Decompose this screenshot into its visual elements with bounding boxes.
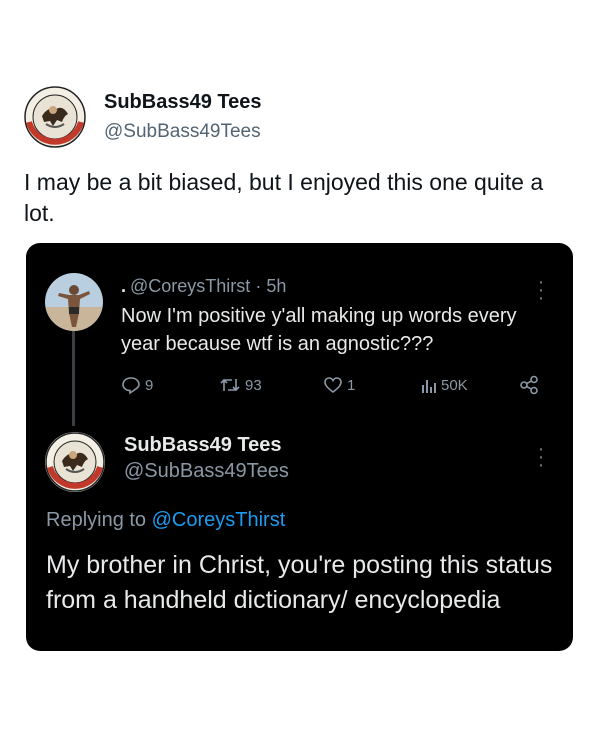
views-icon [421, 375, 437, 395]
meta-separator: · [255, 276, 262, 296]
original-handle[interactable]: @CoreysThirst [130, 276, 250, 296]
lead-dot: . [121, 276, 127, 296]
outer-handle[interactable]: @SubBass49Tees [104, 121, 261, 143]
reply-action[interactable]: 9 [121, 374, 153, 396]
avatar-subbass-icon[interactable] [24, 86, 86, 148]
replying-prefix: Replying to [46, 509, 147, 531]
more-icon[interactable]: · · · [535, 272, 547, 308]
reply-icon [121, 375, 141, 395]
original-time[interactable]: 5h [266, 276, 286, 296]
outer-tweet-text: I may be a bit biased, but I enjoyed thi… [24, 169, 544, 226]
views-action[interactable]: 50K [421, 374, 468, 396]
replying-mention[interactable]: @CoreysThirst [152, 509, 286, 531]
original-tweet-meta: . @CoreysThirst · 5h [121, 276, 286, 297]
reply-display-name[interactable]: SubBass49 Tees [124, 434, 282, 457]
retweet-count: 93 [245, 376, 262, 394]
original-tweet-text: Now I'm positive y'all making up words e… [121, 305, 517, 355]
views-count: 50K [441, 376, 468, 394]
share-icon [519, 375, 539, 395]
thread-line [72, 330, 75, 426]
avatar-corey-icon[interactable] [45, 273, 103, 331]
outer-display-name[interactable]: SubBass49 Tees [104, 91, 262, 114]
avatar-subbass-icon[interactable] [45, 432, 105, 492]
reply-text: My brother in Christ, you're posting thi… [46, 551, 553, 614]
retweet-icon [219, 375, 241, 395]
like-icon [323, 375, 343, 395]
replying-to-line: Replying to @CoreysThirst [46, 509, 285, 532]
retweet-action[interactable]: 93 [219, 374, 262, 396]
reply-handle[interactable]: @SubBass49Tees [124, 460, 289, 483]
reply-count: 9 [145, 376, 154, 394]
share-action[interactable] [519, 374, 539, 396]
like-count: 1 [347, 376, 356, 394]
like-action[interactable]: 1 [323, 374, 355, 396]
more-icon[interactable]: · · · [535, 439, 547, 475]
